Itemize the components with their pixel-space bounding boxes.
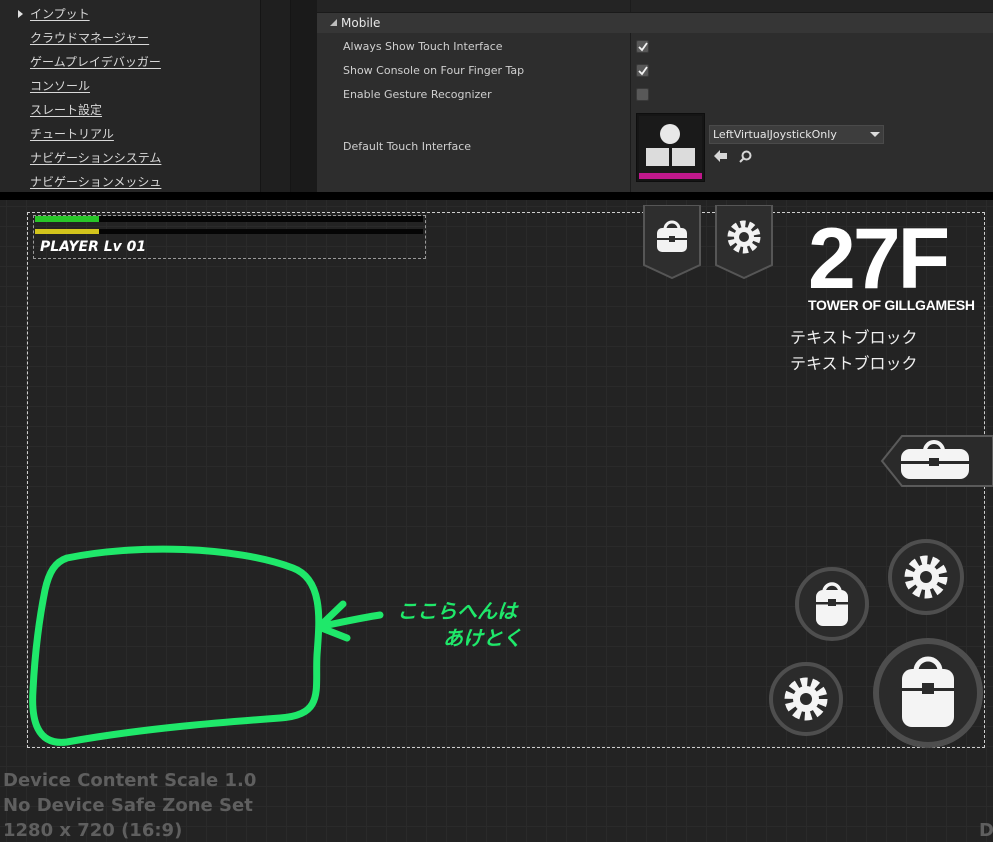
checkmark-icon [638, 42, 648, 52]
property-label: Show Console on Four Finger Tap [343, 64, 525, 77]
property-row-show-console: Show Console on Four Finger Tap [317, 59, 993, 83]
sidebar-item-slate-settings[interactable]: スレート設定 [30, 101, 102, 118]
previous-row [317, 0, 993, 13]
settings-round-button[interactable] [887, 538, 965, 616]
sidebar-item-console[interactable]: コンソール [30, 77, 90, 94]
property-label: Enable Gesture Recognizer [343, 88, 492, 101]
panel-separator[interactable] [0, 192, 993, 200]
show-console-checkbox[interactable] [636, 64, 649, 77]
tower-name: TOWER OF GILLGAMESH [808, 297, 975, 313]
text-block-2: テキストブロック [790, 354, 918, 373]
checkmark-icon [638, 66, 648, 76]
backpack-side-tab[interactable] [880, 434, 993, 489]
dropdown-value: LeftVirtualJoystickOnly [713, 128, 837, 141]
mobile-section-header[interactable]: Mobile [317, 13, 993, 33]
panel-gap [291, 0, 317, 192]
annotation-drawing [29, 545, 384, 746]
edge-label: D [979, 820, 993, 841]
always-show-touch-checkbox[interactable] [636, 40, 649, 53]
sidebar-item-gameplay-debugger[interactable]: ゲームプレイデバッガー [30, 53, 161, 70]
arrow-left-icon[interactable] [714, 150, 727, 162]
joystick-icon [639, 116, 702, 179]
annotation-text: ここらへんは あけとく [397, 598, 522, 652]
section-title: Mobile [341, 16, 381, 30]
property-row-gesture-recognizer: Enable Gesture Recognizer [317, 83, 993, 107]
floor-number: 27F [808, 211, 950, 307]
exp-bar-fill [35, 229, 99, 234]
arrow-left-icon [315, 600, 384, 642]
annotation-line-1: ここらへんは [397, 599, 517, 623]
dropdown-arrow-icon [870, 132, 880, 137]
safe-zone-label: No Device Safe Zone Set [3, 795, 253, 816]
backpack-round-button[interactable] [794, 566, 870, 642]
annotation-line-2: あけとく [443, 626, 523, 650]
sidebar-scroll-gutter[interactable] [260, 0, 291, 192]
annotation-outline [29, 545, 323, 746]
backpack-large-button[interactable] [872, 637, 984, 749]
sidebar-item-cloud-manager[interactable]: クラウドマネージャー [30, 29, 149, 46]
sidebar-item-tutorial[interactable]: チュートリアル [30, 125, 114, 142]
default-touch-interface-label: Default Touch Interface [343, 140, 472, 153]
details-panel: Mobile Always Show Touch Interface Show … [317, 0, 993, 192]
sidebar-item-navigation-mesh[interactable]: ナビゲーションメッシュ [30, 173, 161, 190]
backpack-banner-button[interactable] [643, 205, 701, 279]
settings-round-button-small[interactable] [768, 661, 844, 737]
player-level-label: PLAYER Lv 01 [40, 239, 147, 255]
expand-arrow-icon[interactable] [18, 10, 23, 18]
search-icon[interactable] [739, 150, 752, 163]
device-content-scale-label: Device Content Scale 1.0 [3, 770, 257, 791]
text-block-1: テキストブロック [790, 328, 918, 347]
collapse-arrow-icon[interactable] [330, 19, 338, 27]
column-divider [630, 0, 631, 12]
touch-interface-thumbnail[interactable] [636, 113, 705, 182]
sidebar-item-navigation-system[interactable]: ナビゲーションシステム [30, 149, 161, 166]
property-label: Always Show Touch Interface [343, 40, 503, 53]
resolution-label: 1280 x 720 (16:9) [3, 820, 183, 841]
hp-bar-fill [35, 216, 99, 222]
sidebar-item-input[interactable]: インプット [30, 5, 90, 22]
settings-banner-button[interactable] [715, 205, 773, 279]
touch-interface-dropdown[interactable]: LeftVirtualJoystickOnly [709, 125, 884, 144]
property-row-always-show-touch: Always Show Touch Interface [317, 35, 993, 59]
gesture-recognizer-checkbox[interactable] [636, 88, 649, 101]
settings-sidebar: インプット クラウドマネージャー ゲームプレイデバッガー コンソール スレート設… [0, 0, 260, 192]
